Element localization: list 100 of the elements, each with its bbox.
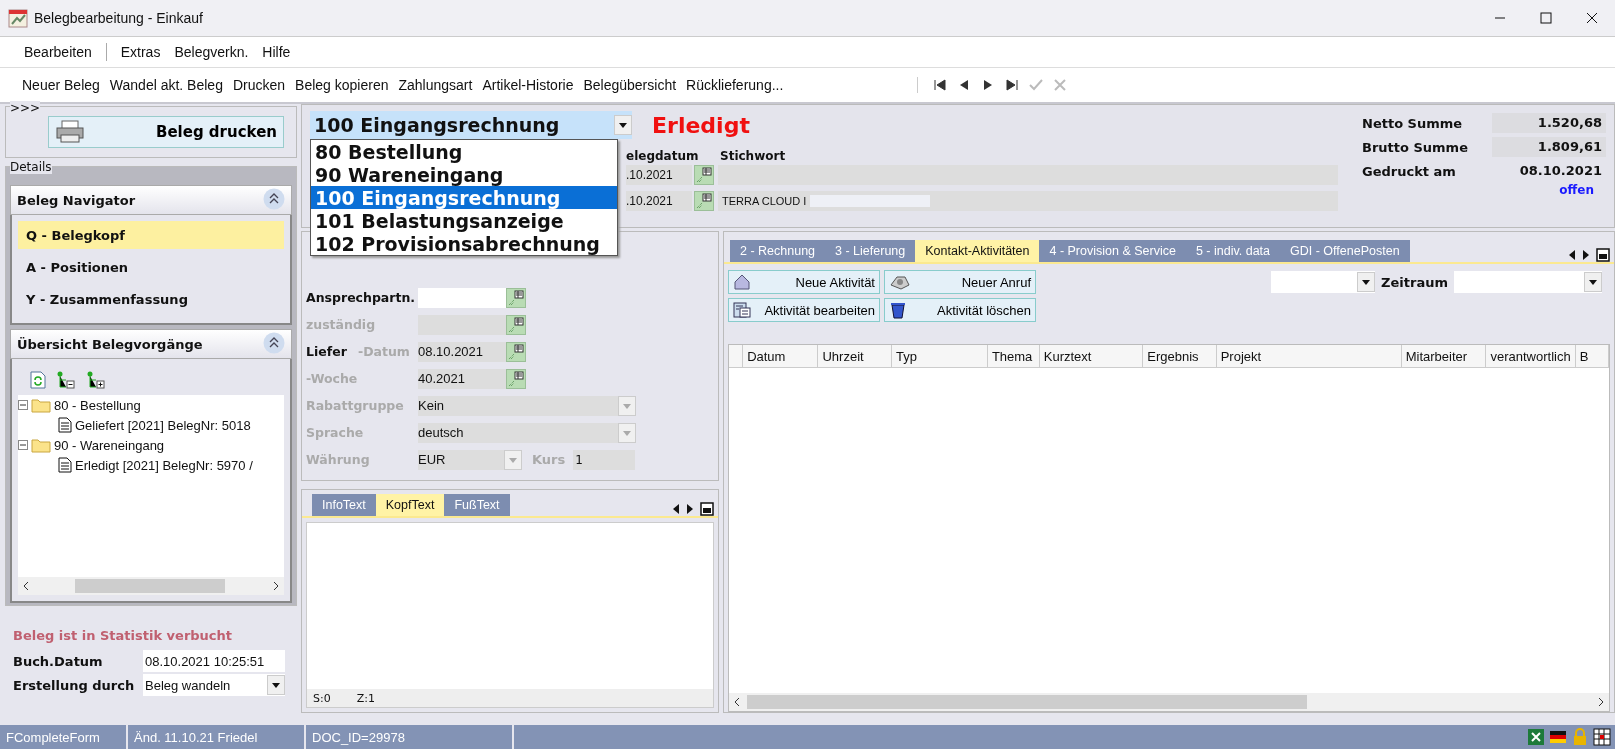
scroll-right-icon[interactable] [1597, 697, 1605, 707]
keyword-field[interactable]: TERRA CLOUD I [718, 191, 1338, 211]
statistics-note: Beleg ist in Statistik verbucht [13, 628, 234, 643]
tab-right-icon[interactable] [686, 504, 694, 514]
document-type-dropdown[interactable]: 100 Eingangsrechnung [310, 111, 632, 139]
menu-item[interactable]: Belegverkn. [174, 44, 249, 60]
tree-item[interactable]: Erledigt [2021] BelegNr: 5970 / [75, 457, 253, 473]
column-header[interactable]: Uhrzeit [818, 345, 892, 367]
spreadsheet-icon[interactable] [1527, 728, 1545, 746]
column-header[interactable]: verantwortlich [1486, 345, 1576, 367]
text-editor[interactable]: S:0 Z:1 [306, 522, 714, 708]
column-label: elegdatum [626, 149, 699, 163]
dropdown-field[interactable] [1454, 271, 1602, 293]
toolbar-item[interactable]: Wandel akt. Beleg [109, 77, 223, 93]
picker-icon[interactable] [694, 165, 714, 185]
tab-right-icon[interactable] [1582, 250, 1590, 260]
column-header[interactable]: B [1575, 345, 1609, 367]
activity-button[interactable]: Neue Aktivität [728, 270, 880, 294]
menu-item[interactable]: Hilfe [262, 44, 291, 60]
tree-item[interactable]: 80 - Bestellung [54, 397, 141, 413]
horizontal-scrollbar[interactable] [18, 577, 284, 595]
grid-icon[interactable] [1593, 728, 1611, 746]
maximize-icon[interactable] [1540, 12, 1552, 24]
tree-item[interactable]: 90 - Wareneingang [54, 437, 165, 453]
column-header[interactable]: Mitarbeiter [1401, 345, 1487, 367]
activity-button[interactable]: Aktivität löschen [884, 298, 1036, 322]
collapse-tree-icon[interactable] [56, 371, 76, 389]
toolbar-item[interactable]: Artikel-Historie [482, 77, 574, 93]
date-field[interactable]: .10.2021 [626, 165, 692, 185]
date-field[interactable]: .10.2021 [626, 191, 692, 211]
tab-left-icon[interactable] [672, 504, 680, 514]
navigator-item[interactable]: Y - Zusammenfassung [18, 285, 284, 313]
dropdown-option[interactable]: 90 Wareneingang [311, 163, 617, 186]
toolbar-item[interactable]: Rücklieferung... [686, 77, 784, 93]
input-field[interactable] [418, 287, 506, 308]
scroll-right-icon[interactable] [272, 581, 280, 591]
field-label: zuständig [306, 317, 376, 332]
picker-icon[interactable] [506, 314, 526, 335]
menu-item[interactable]: Extras [120, 44, 161, 60]
navigator-item[interactable]: Q - Belegkopf [18, 221, 284, 249]
collapse-icon[interactable] [263, 187, 285, 210]
toolbar-item[interactable]: Beleg kopieren [295, 77, 389, 93]
field-label: Kurs [532, 452, 566, 467]
scroll-left-icon[interactable] [22, 581, 30, 591]
print-status: offen [1558, 183, 1595, 197]
minus-box-icon[interactable] [18, 440, 28, 450]
first-record-icon[interactable] [932, 77, 949, 93]
input-field[interactable] [418, 314, 506, 335]
scroll-left-icon[interactable] [733, 697, 741, 707]
trash-can-icon [889, 301, 907, 319]
field-label: Erstellung durch [13, 677, 136, 693]
column-header[interactable]: Projekt [1216, 345, 1402, 367]
tab[interactable]: KopfText [375, 494, 445, 516]
field-label: Währung [306, 452, 370, 467]
print-button[interactable]: Beleg drucken [48, 116, 284, 148]
menu-item[interactable]: Bearbeiten [24, 44, 92, 60]
toolbar-item[interactable]: Belegübersicht [583, 77, 677, 93]
tab[interactable]: Kontakt-Aktivitäten [915, 240, 1040, 262]
group-label: Details [10, 160, 52, 174]
picker-icon[interactable] [694, 191, 714, 211]
dropdown-option[interactable]: 100 Eingangsrechnung [311, 186, 617, 209]
column-header[interactable]: Ergebnis [1143, 345, 1217, 367]
refresh-icon[interactable] [30, 371, 46, 389]
last-record-icon[interactable] [1004, 77, 1021, 93]
total-value: 1.809,61 [1492, 137, 1606, 157]
panel-title: Übersicht Belegvorgänge [17, 336, 203, 352]
dropdown-field[interactable] [1271, 271, 1376, 293]
minus-box-icon[interactable] [18, 400, 28, 410]
field-label: Zeitraum [1381, 274, 1448, 290]
dropdown-field[interactable]: Beleg wandeln [143, 674, 285, 696]
column-header[interactable]: Datum [743, 345, 819, 367]
close-icon[interactable] [1586, 12, 1598, 24]
column-label: Stichwort [720, 149, 786, 163]
picker-icon[interactable] [506, 287, 526, 308]
total-label: Brutto Summe [1362, 139, 1469, 155]
column-header[interactable]: Thema [987, 345, 1040, 367]
toolbar-item[interactable]: Neuer Beleg [22, 77, 100, 93]
tree-item[interactable]: Geliefert [2021] BelegNr: 5018 [75, 417, 251, 433]
window-list-icon[interactable] [1596, 248, 1610, 262]
picker-icon[interactable] [506, 341, 526, 362]
navigator-item[interactable]: A - Positionen [18, 253, 284, 281]
collapse-icon[interactable] [263, 331, 285, 354]
folder-icon [31, 437, 51, 453]
horizontal-scrollbar[interactable] [729, 693, 1609, 711]
tab-left-icon[interactable] [1568, 250, 1576, 260]
toolbar-item[interactable]: Zahlungsart [398, 77, 473, 93]
dropdown-option[interactable]: 102 Provisionsabrechnung [311, 232, 617, 255]
activity-button[interactable]: Neuer Anruf [884, 270, 1036, 294]
dropdown-option[interactable]: 101 Belastungsanzeige [311, 209, 617, 232]
flag-icon[interactable] [1549, 728, 1567, 746]
expand-tree-icon[interactable] [86, 371, 106, 389]
column-header[interactable]: Kurztext [1039, 345, 1144, 367]
total-label: Gedruckt am [1362, 163, 1457, 179]
column-header[interactable]: Typ [891, 345, 988, 367]
toolbar-item[interactable]: Drucken [232, 77, 286, 93]
dropdown-option[interactable]: 80 Bestellung [311, 140, 617, 163]
window-list-icon[interactable] [700, 502, 714, 516]
activity-button[interactable]: Aktivität bearbeiten [728, 298, 880, 322]
picker-icon[interactable] [506, 368, 526, 389]
input-field[interactable]: 08.10.2021 10:25:51 [143, 650, 285, 672]
